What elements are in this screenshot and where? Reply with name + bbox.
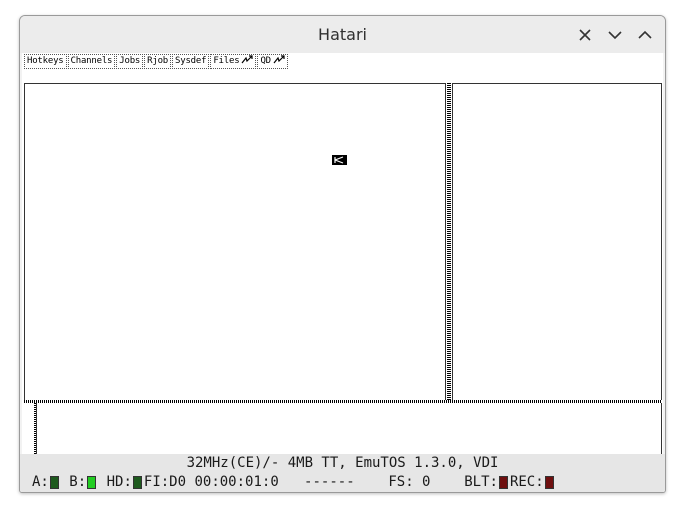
emulated-screen[interactable]: Hotkeys Channels Jobs Rjob Sysdef Files … [22,53,663,454]
status-bar: 32MHz(CE)/- 4MB TT, EmuTOS 1.3.0, VDI A:… [20,454,665,492]
right-pane[interactable] [452,83,662,401]
menu-files[interactable]: Files [210,53,257,69]
record-indicator: REC: [510,472,556,492]
status-indicators: A: B: HD: FI:D0 00:00:01:0 ------ FS: 0 … [32,472,556,492]
drive-b-led [87,475,97,489]
window-title: Hatari [318,25,367,44]
menu-label: Rjob [147,56,169,66]
status-dashes: ------ [304,474,355,490]
drive-b-label: B: [69,474,87,490]
left-pane[interactable] [24,83,446,401]
hd-led [132,475,142,489]
menu-rjob[interactable]: Rjob [144,53,172,69]
desktop-menubar: Hotkeys Channels Jobs Rjob Sysdef Files … [24,53,289,69]
drive-a-label: A: [32,474,49,490]
blitter-indicator: BLT: [464,472,510,492]
zigzag-arrow-icon [273,55,285,67]
hd-indicator: HD: [107,472,144,492]
chevron-up-icon [638,28,652,42]
frameskip-info: FS: 0 [388,474,431,490]
pointer-cursor-icon [332,155,347,165]
drive-b-indicator: B: [69,472,98,492]
close-icon [578,28,592,42]
menu-label: Sysdef [175,56,207,66]
menu-channels[interactable]: Channels [67,53,116,69]
chevron-down-icon [608,28,622,42]
menu-label: Files [213,56,240,66]
record-led [544,475,554,489]
menu-sysdef[interactable]: Sysdef [172,53,210,69]
zigzag-arrow-icon [241,55,254,67]
menu-label: QD [260,56,271,66]
hd-label: HD: [106,474,132,490]
menu-label: Channels [70,56,113,66]
close-button[interactable] [574,24,596,46]
maximize-button[interactable] [634,24,656,46]
menu-hotkeys[interactable]: Hotkeys [24,53,67,69]
title-bar[interactable]: Hatari [20,16,665,53]
emulator-window: Hatari Hotkeys Channels Jobs Rjob Sysdef… [19,15,666,493]
drive-a-indicator: A: [32,472,61,492]
drive-a-led [49,475,59,489]
menu-qd[interactable]: QD [257,53,288,69]
menu-label: Hotkeys [27,56,64,66]
minimize-button[interactable] [604,24,626,46]
machine-info: 32MHz(CE)/- 4MB TT, EmuTOS 1.3.0, VDI [186,455,499,471]
record-label: REC: [509,474,544,490]
menu-jobs[interactable]: Jobs [116,53,144,69]
bottom-pane[interactable] [36,403,662,454]
frame-info: FI:D0 00:00:01:0 [143,474,279,490]
menu-label: Jobs [119,56,141,66]
blitter-label: BLT: [464,474,498,490]
vertical-divider[interactable] [447,82,451,402]
blitter-led [498,475,508,489]
